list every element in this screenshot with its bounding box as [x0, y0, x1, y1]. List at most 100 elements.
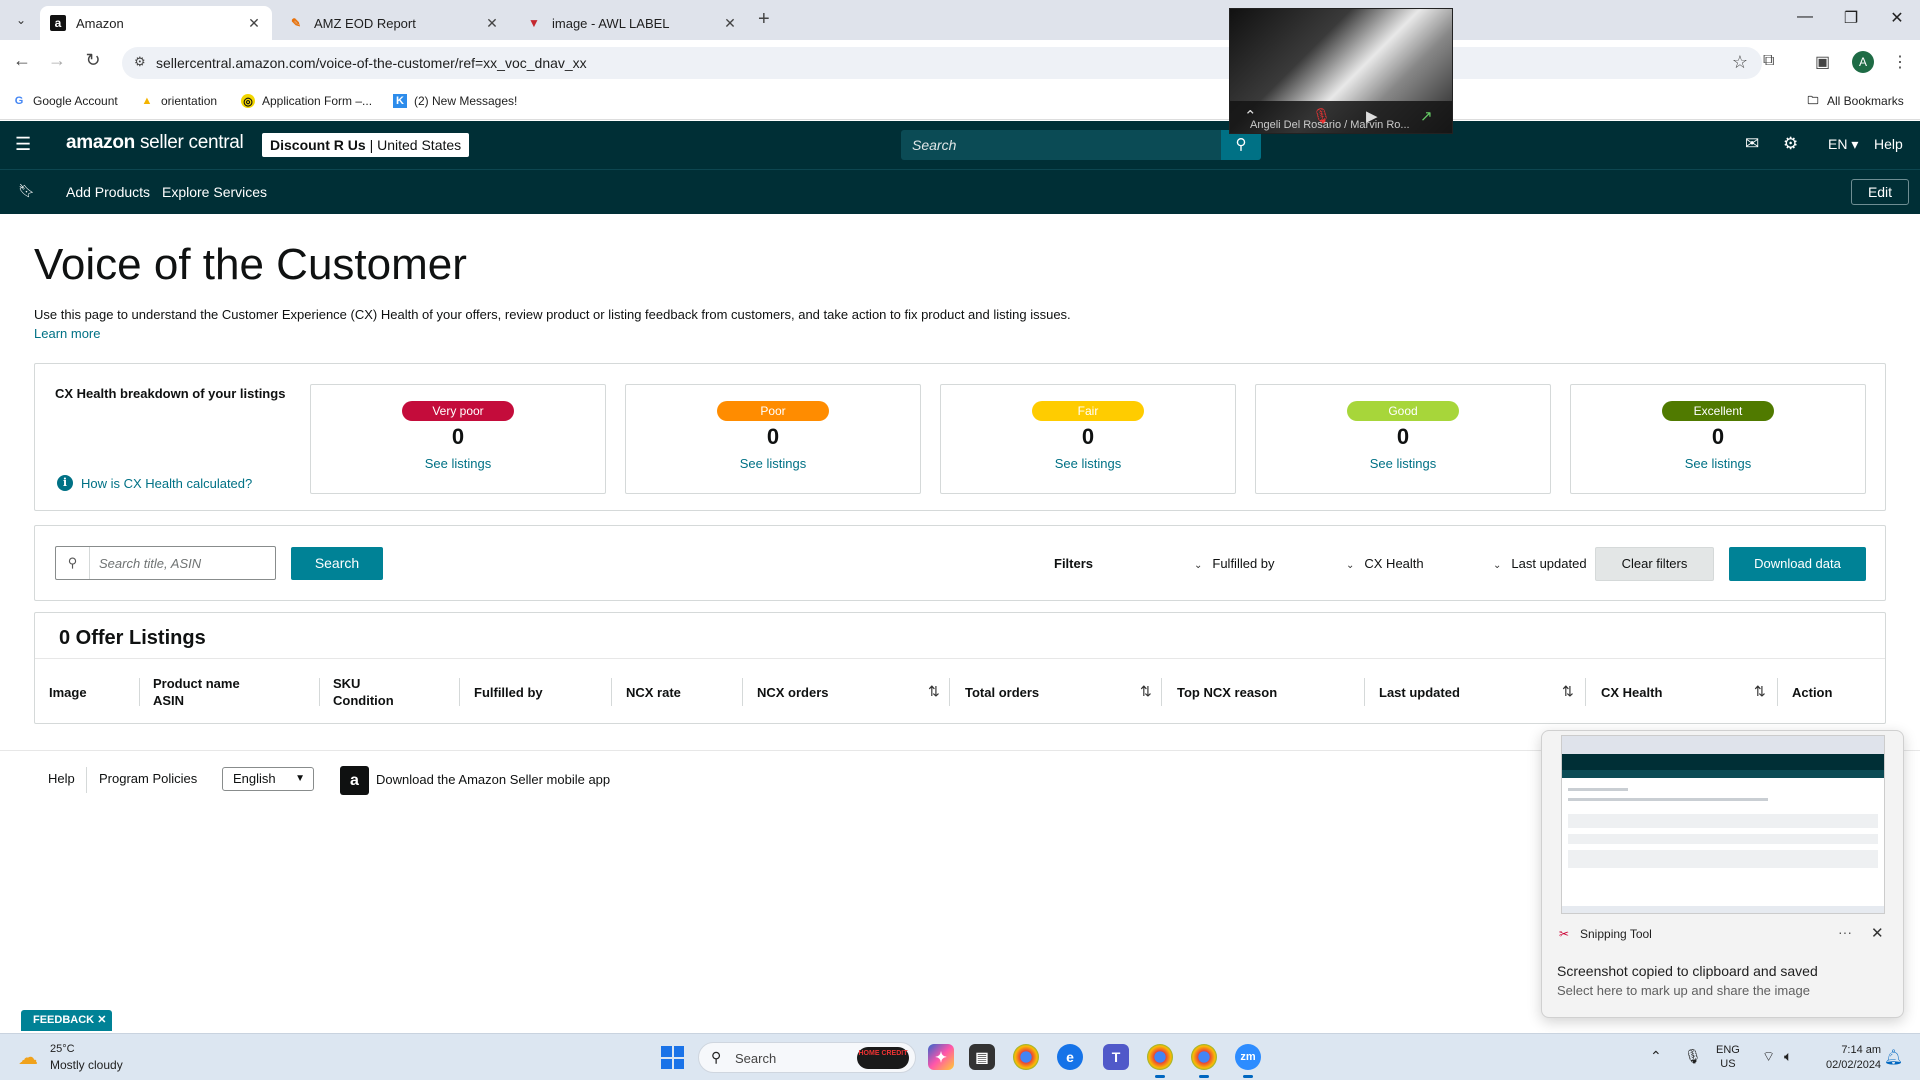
new-tab-plus-icon[interactable]: + [758, 8, 770, 31]
system-clock[interactable]: 7:14 am 02/02/2024 [1826, 1043, 1881, 1073]
mail-icon[interactable]: ✉ [1745, 134, 1759, 154]
edit-nav-button[interactable]: Edit [1851, 179, 1909, 205]
snipping-tool-notification[interactable]: ✂ Snipping Tool ··· ✕ Screenshot copied … [1541, 730, 1904, 1018]
tab-amazon[interactable]: a Amazon ✕ [40, 6, 272, 40]
feedback-tab[interactable]: FEEDBACK ✕ [21, 1010, 113, 1031]
all-bookmarks[interactable]: 🗀 All Bookmarks [1806, 94, 1904, 108]
sort-icon[interactable]: ⇅ [1754, 683, 1766, 700]
popout-icon[interactable]: ↗ [1420, 107, 1433, 125]
see-listings-link[interactable]: See listings [1571, 456, 1865, 471]
side-panel-icon[interactable]: ▣ [1815, 52, 1830, 72]
teams-icon[interactable]: T [1103, 1044, 1129, 1070]
window-close-icon[interactable]: ✕ [1874, 8, 1920, 28]
file-explorer-icon[interactable]: ▤ [969, 1044, 995, 1070]
close-tab-icon[interactable]: ✕ [484, 15, 500, 32]
listing-search-input[interactable] [91, 547, 275, 579]
cx-badge-excellent: Excellent [1662, 401, 1774, 421]
zoom-icon[interactable]: zm [1235, 1044, 1261, 1078]
download-data-button[interactable]: Download data [1729, 547, 1866, 581]
filter-cx-health[interactable]: ⌄ CX Health [1346, 556, 1424, 571]
search-button[interactable]: Search [291, 547, 383, 580]
filter-last-updated[interactable]: ⌄ Last updated [1493, 556, 1587, 571]
chevron-down-icon: ⌄ [1493, 560, 1502, 571]
header-search-icon[interactable]: ⚲ [1221, 130, 1261, 160]
bookmark-star-icon[interactable]: ☆ [1732, 52, 1748, 73]
cx-card-fair: Fair 0 See listings [940, 384, 1236, 494]
sort-icon[interactable]: ⇅ [1562, 683, 1574, 700]
notification-bell-icon[interactable]: 🔔︎ [1884, 1048, 1903, 1066]
nav-explore-services[interactable]: Explore Services [162, 184, 267, 200]
language-selector[interactable]: EN ▾ [1828, 136, 1858, 153]
learn-more-link[interactable]: Learn more [34, 326, 100, 341]
weather-cloud-icon[interactable]: ☁ [18, 1045, 38, 1070]
gear-icon[interactable]: ⚙ [1783, 134, 1798, 154]
input-language[interactable]: ENG US [1716, 1043, 1740, 1071]
see-listings-link[interactable]: See listings [311, 456, 605, 471]
wifi-icon[interactable]: ⌔ [1762, 1048, 1775, 1066]
chevron-down-icon: ⌄ [1194, 560, 1203, 571]
more-options-icon[interactable]: ··· [1838, 924, 1852, 940]
see-listings-link[interactable]: See listings [626, 456, 920, 471]
see-listings-link[interactable]: See listings [941, 456, 1235, 471]
cx-health-label: CX Health breakdown of your listings [55, 386, 286, 401]
nav-add-products[interactable]: Add Products [66, 184, 150, 200]
tray-chevron-up-icon[interactable]: ⌃ [1650, 1048, 1662, 1065]
tab-amz-eod-report[interactable]: ✎ AMZ EOD Report ✕ [278, 6, 510, 40]
footer-program-policies-link[interactable]: Program Policies [99, 771, 197, 786]
close-tab-icon[interactable]: ✕ [722, 15, 738, 32]
help-link[interactable]: Help [1874, 136, 1903, 152]
edge-icon[interactable]: e [1057, 1044, 1083, 1070]
col-label: Product name [153, 676, 240, 691]
microphone-icon[interactable]: 🎙︎ [1684, 1048, 1702, 1065]
tab-image-awl-label[interactable]: ▼ image - AWL LABEL ✕ [516, 6, 748, 40]
bookmark-orientation[interactable]: ▲ orientation [140, 94, 218, 108]
sort-icon[interactable]: ⇅ [928, 683, 940, 700]
tab-search-chevron-icon[interactable]: ⌄ [10, 9, 32, 31]
seller-central-header: ☰ amazon seller central Discount R Us | … [0, 121, 1920, 169]
url-bar[interactable]: ⚙ sellercentral.amazon.com/voice-of-the-… [122, 47, 1762, 79]
video-call-overlay[interactable]: ⌃ 🎙︎ ▶ ↗ Angeli Del Rosario / Marvin Ro.… [1229, 8, 1453, 134]
windows-start-icon[interactable] [661, 1046, 684, 1069]
bookmark-google-account[interactable]: G Google Account [12, 94, 118, 108]
chrome-profile-b-icon[interactable] [1191, 1044, 1217, 1078]
copilot-icon[interactable]: ✦ [928, 1044, 954, 1070]
chrome-icon[interactable] [1013, 1044, 1039, 1070]
language-label: EN [1828, 136, 1848, 152]
close-icon[interactable]: ✕ [97, 1014, 106, 1026]
taskbar-search-label: Search [735, 1051, 777, 1066]
taskbar-search[interactable]: ⚲ Search HOME CREDIT [698, 1042, 916, 1073]
restore-icon[interactable]: ❐ [1828, 8, 1874, 28]
amazon-app-icon[interactable]: a [340, 766, 369, 795]
header-search[interactable]: Search ⚲ [901, 130, 1261, 160]
footer-language-select[interactable]: English ▼ [222, 767, 314, 791]
cx-badge-poor: Poor [717, 401, 829, 421]
back-arrow-icon[interactable]: ← [9, 50, 35, 71]
seller-central-logo[interactable]: amazon seller central [66, 132, 244, 154]
filter-fulfilled-by[interactable]: ⌄ Fulfilled by [1194, 556, 1275, 571]
profile-avatar[interactable]: A [1852, 51, 1874, 73]
hamburger-menu-icon[interactable]: ☰ [15, 134, 31, 155]
footer-help-link[interactable]: Help [48, 771, 75, 786]
col-label: CX Health [1601, 684, 1663, 700]
minimize-icon[interactable]: — [1782, 8, 1828, 26]
reload-icon[interactable]: ↻ [80, 50, 106, 71]
bookmark-application-form[interactable]: ◎ Application Form –... [241, 94, 372, 108]
participant-name: Angeli Del Rosario / Marvin Ro... [1250, 119, 1410, 131]
close-icon[interactable]: ✕ [1871, 924, 1884, 942]
clear-filters-button[interactable]: Clear filters [1595, 547, 1714, 581]
sort-icon[interactable]: ⇅ [1140, 683, 1152, 700]
bookmark-icon[interactable]: 🔖︎ [18, 183, 35, 199]
chrome-profile-a-icon[interactable] [1147, 1044, 1173, 1078]
download-app-link[interactable]: Download the Amazon Seller mobile app [376, 772, 610, 787]
store-selector[interactable]: Discount R Us | United States [262, 133, 470, 157]
forward-arrow-icon[interactable]: → [44, 50, 70, 71]
site-info-icon[interactable]: ⚙ [134, 54, 146, 70]
close-tab-icon[interactable]: ✕ [246, 15, 262, 32]
col-divider [1364, 678, 1365, 706]
cx-health-how-link[interactable]: i How is CX Health calculated? [57, 475, 252, 491]
volume-icon[interactable]: 🔈︎ [1784, 1048, 1792, 1065]
extensions-puzzle-icon[interactable]: ⧉ [1763, 52, 1774, 70]
bookmark-new-messages[interactable]: K (2) New Messages! [393, 94, 517, 108]
see-listings-link[interactable]: See listings [1256, 456, 1550, 471]
browser-menu-icon[interactable]: ⋮ [1892, 52, 1908, 72]
